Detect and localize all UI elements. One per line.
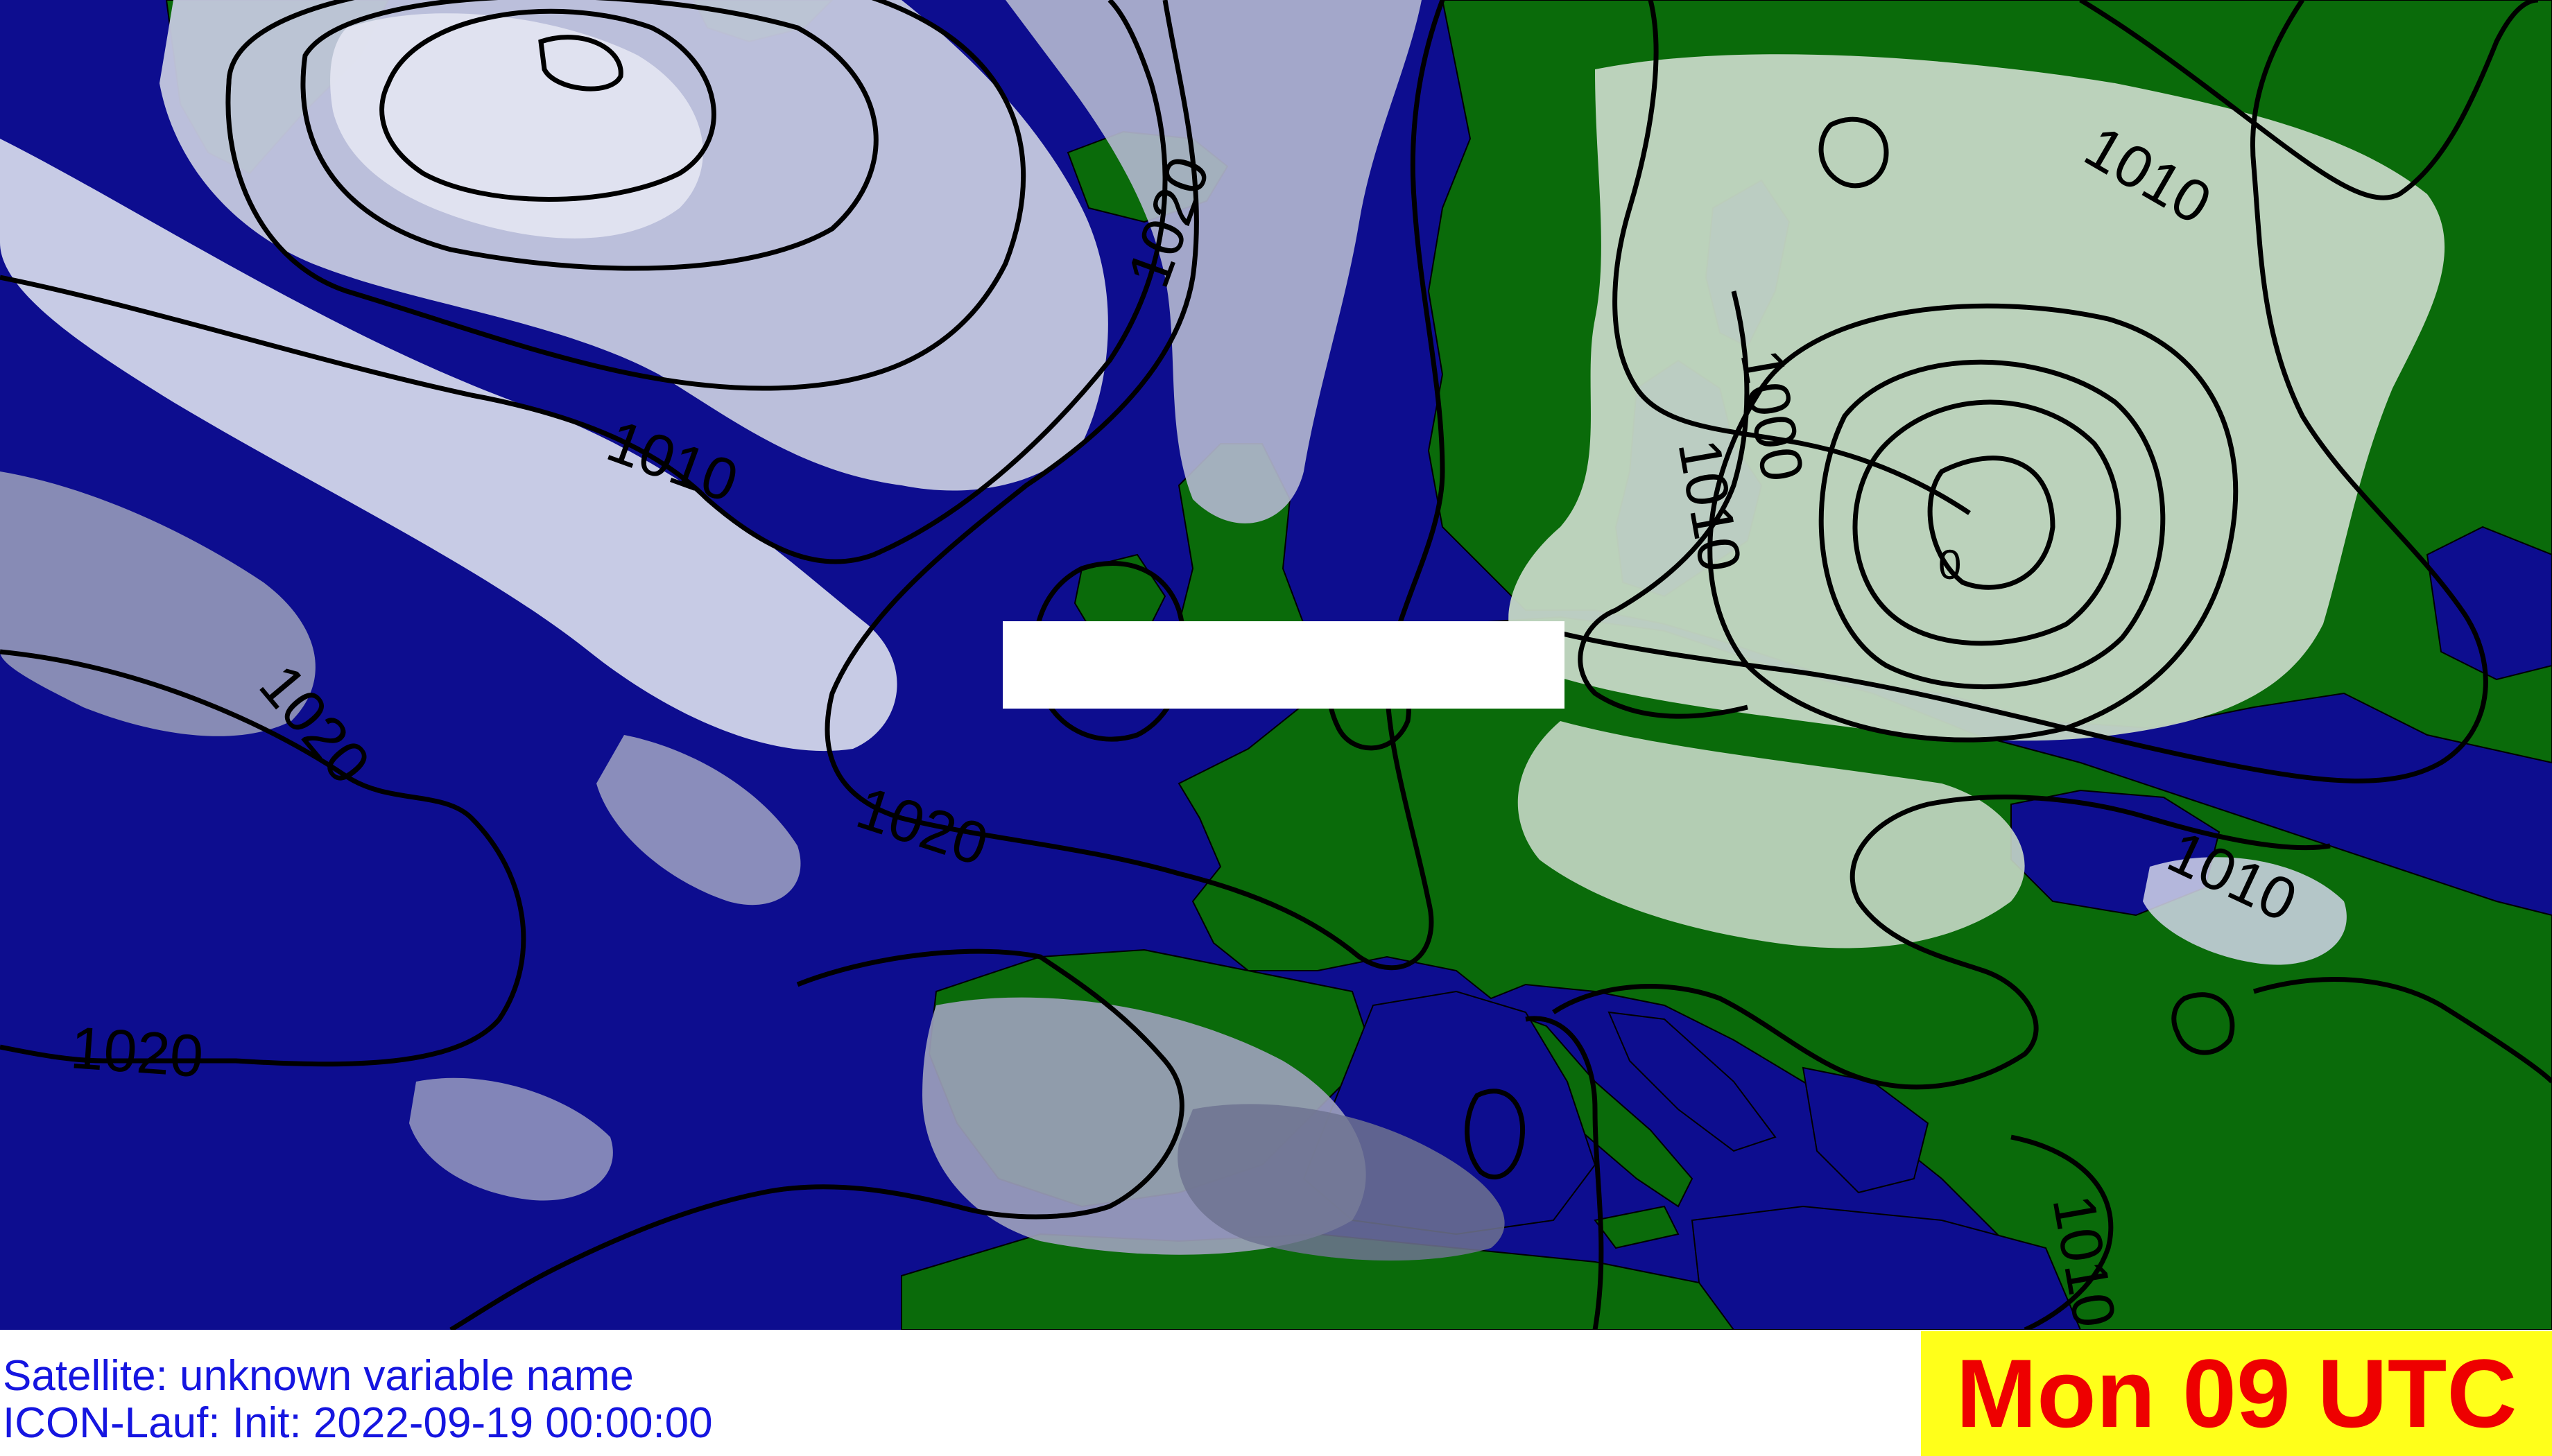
model-run-caption: ICON-Lauf: Init: 2022-09-19 00:00:00: [3, 1399, 713, 1447]
cloud-low-russia: [1508, 54, 2445, 741]
weather-map: 1010 1020 1010 1020 1020 1020 1010 1000 …: [0, 0, 2552, 1330]
satellite-caption: Satellite: unknown variable name: [3, 1352, 634, 1400]
time-badge: Mon 09 UTC: [1921, 1331, 2552, 1456]
isobar-label: 1020: [69, 1014, 206, 1090]
isobar-label: 0: [1938, 541, 1961, 588]
redacted-box: [1003, 621, 1564, 709]
time-badge-label: Mon 09 UTC: [1956, 1339, 2517, 1448]
